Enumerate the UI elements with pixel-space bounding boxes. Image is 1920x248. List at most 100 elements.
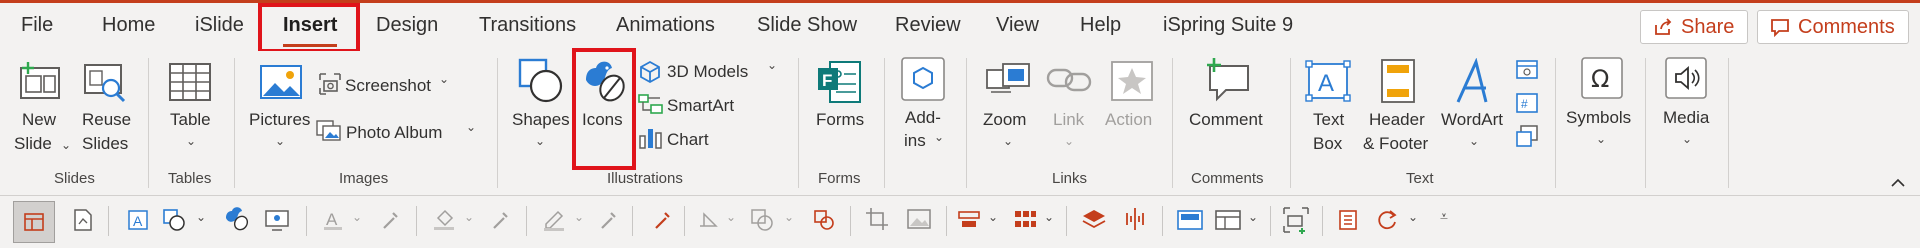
tab-transitions[interactable]: Transitions [479,14,576,37]
screen-recording-icon[interactable] [264,208,290,232]
comments-button[interactable]: Comments [1757,10,1909,44]
slide-number-icon: # [1516,93,1538,113]
toolbar-separator [108,206,109,236]
shapes-label: Shapes [512,110,570,129]
zoom-label: Zoom [983,110,1027,129]
3d-models-label: 3D Models [667,62,749,81]
distribute-icon[interactable] [1012,208,1038,232]
shapes-icon [518,58,563,103]
tab-file[interactable]: File [21,14,53,37]
align-center-icon[interactable] [1122,206,1148,232]
insert-tab-highlight [258,3,360,53]
chevron-down-icon: ⌄ [726,210,737,224]
wordart-icon [1456,58,1488,103]
shape-outline-icon[interactable] [542,208,568,232]
normal-view-icon[interactable] [1176,208,1204,232]
svg-text:#: # [1521,97,1528,111]
header-footer-label-2: & Footer [1363,134,1429,153]
chevron-down-icon[interactable]: ⌄ [1408,210,1418,224]
layout-icon [24,213,44,231]
group-label-text: Text [1406,170,1434,187]
toolbar-separator [416,206,417,236]
text-box-small-icon[interactable]: A [126,208,150,232]
toolbar-separator [684,206,685,236]
tab-animations[interactable]: Animations [616,14,715,37]
notes-icon[interactable] [1336,208,1360,232]
chevron-down-icon[interactable]: ⌄ [196,210,206,224]
refresh-icon[interactable] [1374,208,1400,232]
svg-text:A: A [1318,70,1334,97]
action-label: Action [1105,110,1153,129]
layout-toggle-button[interactable] [13,201,55,243]
text-box-label-1: Text [1313,110,1345,129]
svg-text:A: A [326,210,338,229]
tab-help[interactable]: Help [1080,14,1121,37]
icons-small-icon[interactable] [224,206,250,232]
chevron-down-icon[interactable]: ⌄ [1248,210,1258,224]
reuse-slides-label-1: Reuse [82,110,132,129]
group-separator [1728,58,1729,188]
add-ins-icon [901,57,945,101]
toolbar-separator [306,206,307,236]
tab-slide-show[interactable]: Slide Show [757,14,857,37]
pictures-icon [260,65,302,99]
reuse-slides-label-2: Slides [82,134,129,153]
link-label: Link [1053,110,1085,129]
share-button[interactable]: Share [1640,10,1748,44]
font-color-icon[interactable]: A [322,208,344,232]
group-separator [1555,58,1556,188]
chevron-down-icon: ⌄ [466,120,477,134]
toolbar-separator [1270,206,1271,236]
document-icon[interactable] [72,208,94,232]
tab-view[interactable]: View [996,14,1039,37]
chevron-down-icon[interactable]: ⌄ [988,210,998,224]
smartart-icon [638,94,663,114]
shape-fill-icon[interactable] [432,208,458,232]
customize-toolbar-icon[interactable]: ⩡ [1440,208,1448,225]
chevron-down-icon[interactable]: ⌄ [1044,210,1054,224]
merge-shapes-icon[interactable] [812,208,836,232]
group-label-images: Images [339,170,389,187]
chevron-down-icon: ⌄ [784,210,795,224]
group-label-tables: Tables [168,170,212,187]
toolbar-separator [1066,206,1067,236]
image-icon [907,209,931,229]
chevron-up-icon [1891,178,1905,187]
tab-design[interactable]: Design [376,14,438,37]
group-separator [1172,58,1173,188]
red-eyedropper-icon[interactable] [652,208,674,232]
rotate-icon [700,212,718,227]
media-icon [1665,57,1707,99]
slide-layout-icon[interactable] [1214,208,1242,232]
new-slide-label-2: Slide [14,134,52,153]
eyedropper-icon [383,212,398,229]
tab-ispring-suite[interactable]: iSpring Suite 9 [1163,14,1293,37]
group-separator [497,58,498,188]
table-label: Table [170,110,211,129]
screenshot-label: Screenshot [345,76,431,95]
cube-icon [640,60,660,84]
new-slide-icon [20,62,60,99]
group-separator [966,58,967,188]
arrange-icon [751,209,773,231]
chevron-down-icon: ⌄ [1064,134,1075,148]
group-label-slides: Slides [54,170,95,187]
screenshot-small-icon[interactable] [1282,206,1310,234]
forms-label: Forms [816,110,865,129]
layers-icon[interactable] [1080,206,1108,232]
table-icon [169,63,211,101]
chevron-down-icon: ⌄ [767,58,778,72]
share-icon [1655,18,1672,35]
align-icon[interactable] [956,208,982,232]
link-icon [1046,68,1092,92]
tab-review[interactable]: Review [895,14,961,37]
tab-home[interactable]: Home [102,14,155,37]
tab-islide[interactable]: iSlide [195,14,244,37]
group-label-forms: Forms [818,170,861,187]
shapes-small-icon[interactable] [162,208,188,232]
chart-label: Chart [667,130,709,149]
symbols-icon: Ω [1581,57,1623,99]
group-label-illustrations: Illustrations [607,170,683,187]
fill-eyedropper-icon [493,212,508,229]
text-box-label-2: Box [1313,134,1343,153]
